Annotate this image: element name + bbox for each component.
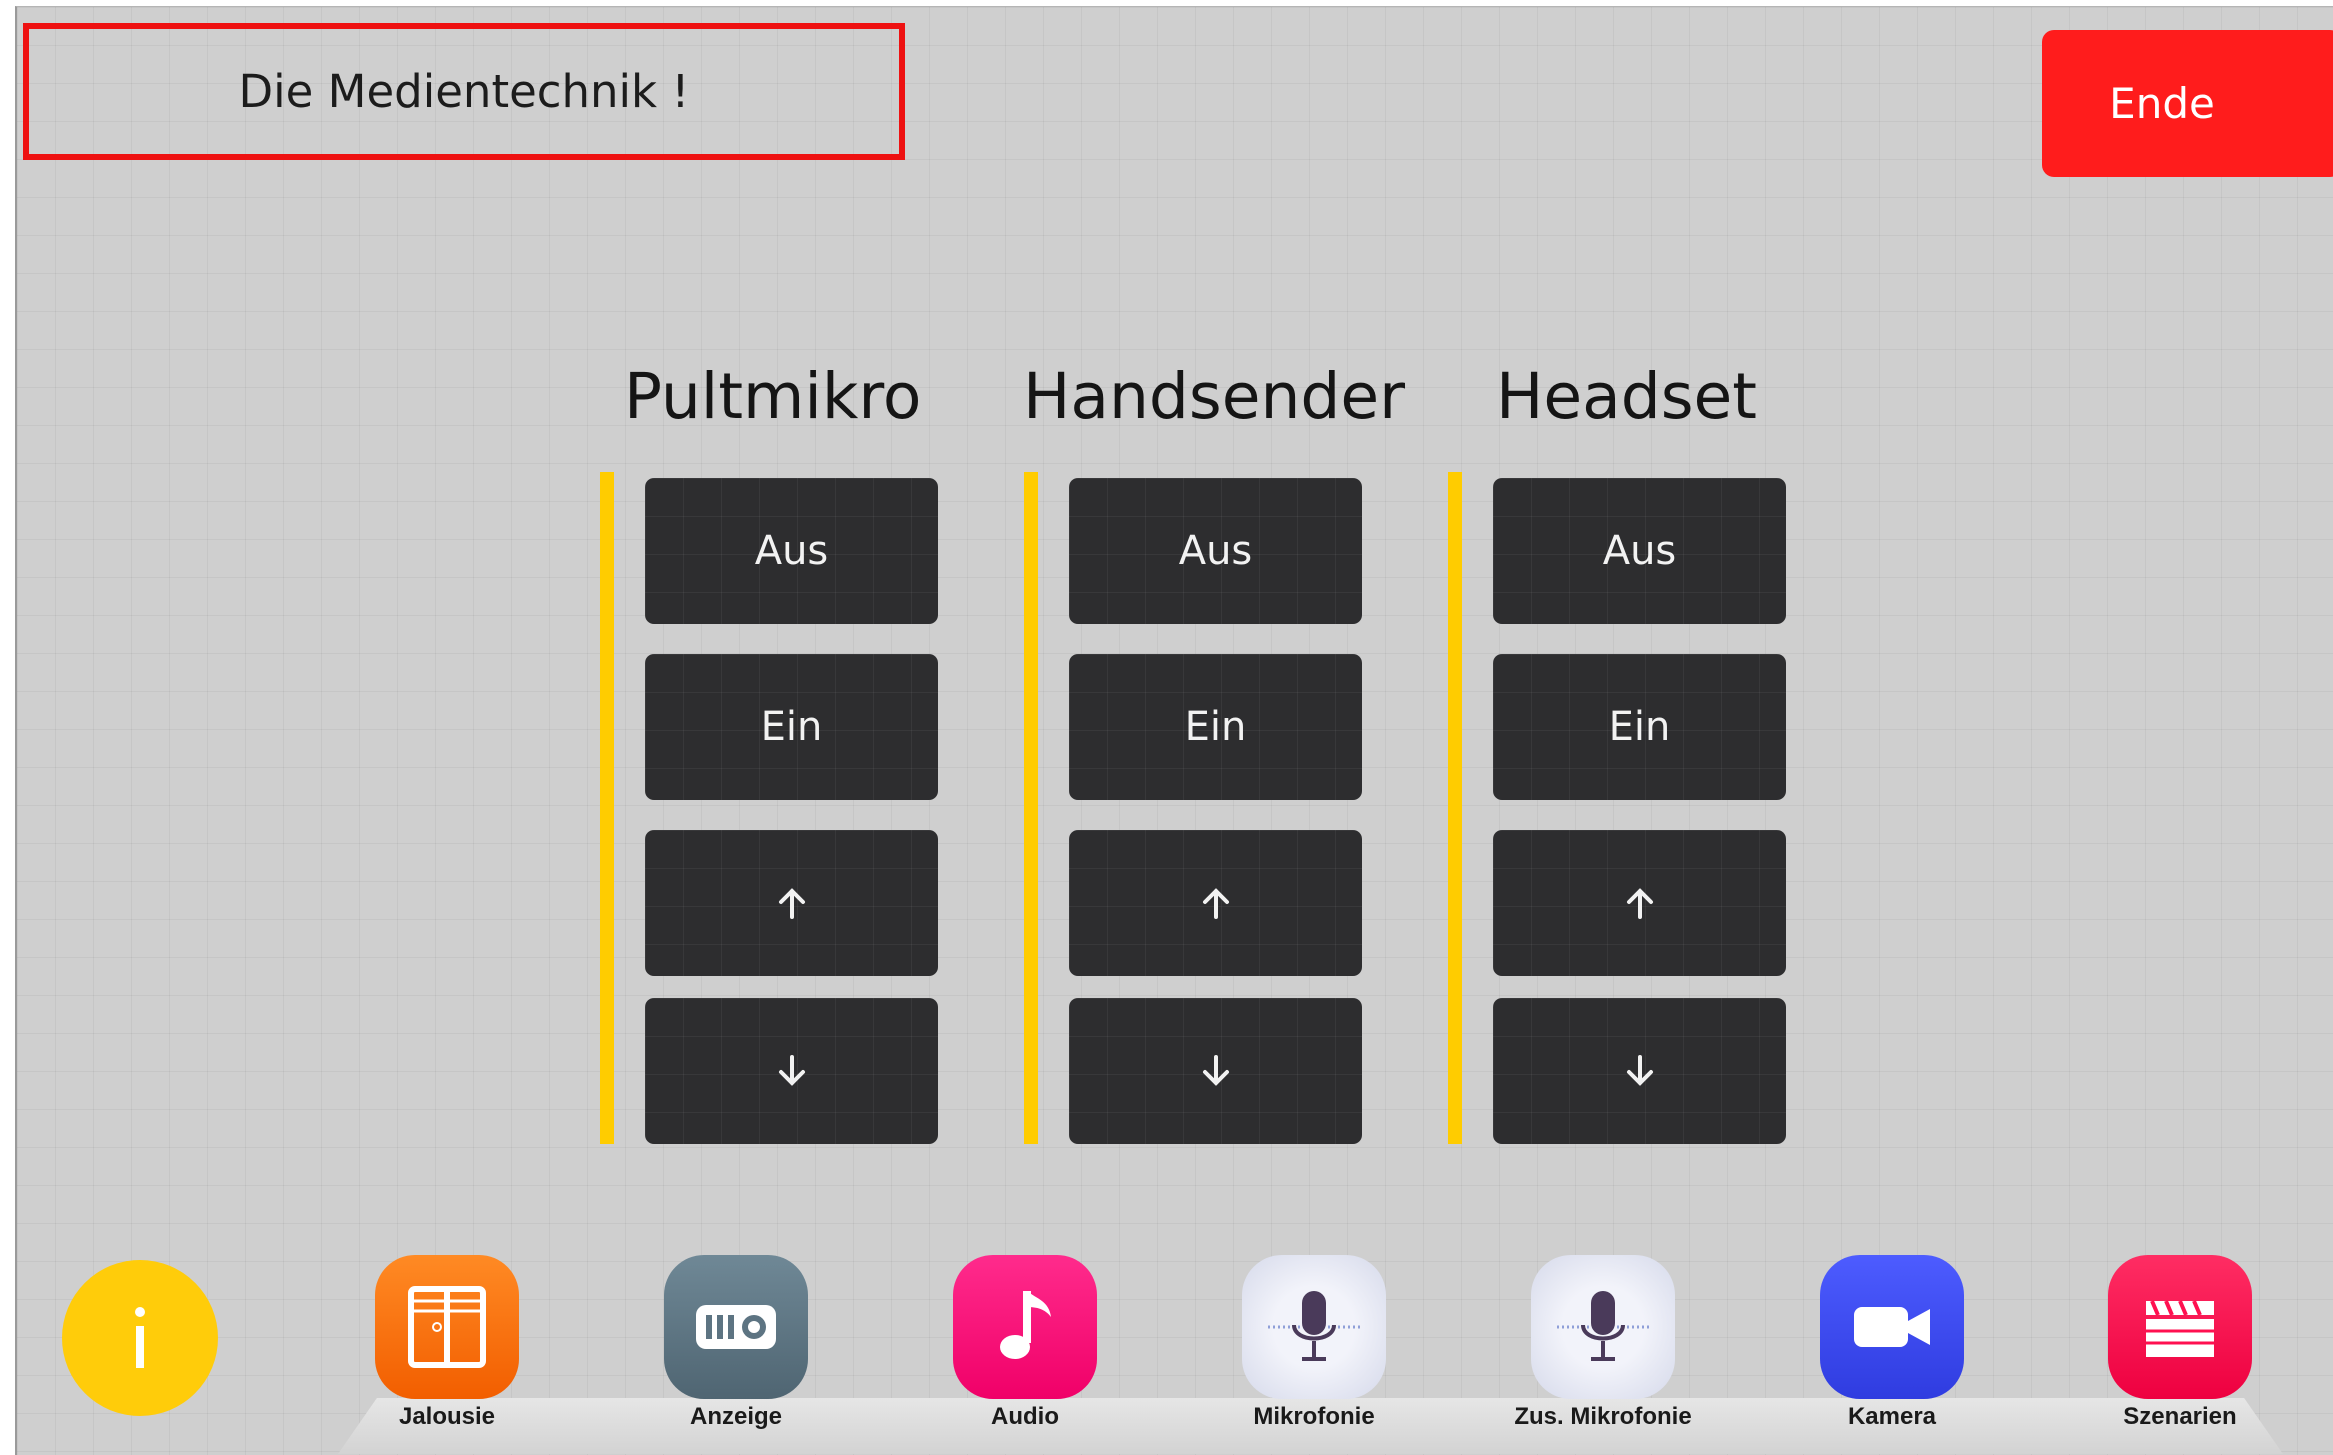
handsender-volume-down-button[interactable]	[1069, 998, 1362, 1144]
microphone-icon	[1242, 1255, 1386, 1399]
arrow-up-icon	[1626, 888, 1653, 919]
headset-volume-down-button[interactable]	[1493, 998, 1786, 1144]
dock-item-label: Zus. Mikrofonie	[1514, 1403, 1692, 1430]
arrow-up-icon	[778, 888, 805, 919]
arrow-up-icon	[1202, 888, 1229, 919]
column-title-handsender: Handsender	[1023, 360, 1406, 433]
accent-bar	[600, 472, 614, 1144]
dock-item-label: Kamera	[1847, 1403, 1937, 1430]
dock-item-label: Audio	[991, 1403, 1059, 1430]
dock-item-zus-mikrofonie[interactable]: Zus. Mikrofonie	[1514, 1255, 1692, 1430]
end-button[interactable]: Ende	[2042, 30, 2333, 177]
pultmikro-volume-up-button[interactable]	[645, 830, 938, 976]
accent-bar	[1024, 472, 1038, 1144]
arrow-down-icon	[1626, 1055, 1653, 1086]
dock-item-jalousie[interactable]: Jalousie	[375, 1255, 519, 1430]
pultmikro-on-button[interactable]: Ein	[645, 654, 938, 800]
pultmikro-volume-down-button[interactable]	[645, 998, 938, 1144]
handsender-off-button[interactable]: Aus	[1069, 478, 1362, 624]
dock-item-audio[interactable]: Audio	[953, 1255, 1097, 1430]
headset-on-button[interactable]: Ein	[1493, 654, 1786, 800]
clapperboard-icon	[2108, 1255, 2252, 1399]
headset-off-button[interactable]: Aus	[1493, 478, 1786, 624]
column-title-pultmikro: Pultmikro	[624, 360, 922, 433]
arrow-down-icon	[778, 1055, 805, 1086]
dock-item-kamera[interactable]: Kamera	[1820, 1255, 1964, 1430]
dock-item-szenarien[interactable]: Szenarien	[2108, 1255, 2252, 1430]
handsender-volume-up-button[interactable]	[1069, 830, 1362, 976]
blinds-icon	[375, 1255, 519, 1399]
handsender-on-button[interactable]: Ein	[1069, 654, 1362, 800]
info-button[interactable]	[62, 1260, 218, 1416]
info-icon	[135, 1307, 145, 1368]
dock-item-mikrofonie[interactable]: Mikrofonie	[1242, 1255, 1386, 1430]
page-title: Die Medientechnik !	[238, 65, 690, 118]
dock-item-anzeige[interactable]: Anzeige	[664, 1255, 808, 1430]
dock-item-label: Szenarien	[2123, 1403, 2237, 1430]
video-camera-icon	[1820, 1255, 1964, 1399]
column-title-headset: Headset	[1496, 360, 1758, 433]
accent-bar	[1448, 472, 1462, 1144]
projector-icon	[664, 1255, 808, 1399]
pultmikro-off-button[interactable]: Aus	[645, 478, 938, 624]
dock-item-label: Mikrofonie	[1253, 1403, 1375, 1430]
microphone-icon	[1531, 1255, 1675, 1399]
music-note-icon	[953, 1255, 1097, 1399]
arrow-down-icon	[1202, 1055, 1229, 1086]
dock-item-label: Anzeige	[689, 1403, 782, 1430]
title-box: Die Medientechnik !	[23, 23, 905, 160]
headset-volume-up-button[interactable]	[1493, 830, 1786, 976]
dock-item-label: Jalousie	[398, 1403, 496, 1430]
